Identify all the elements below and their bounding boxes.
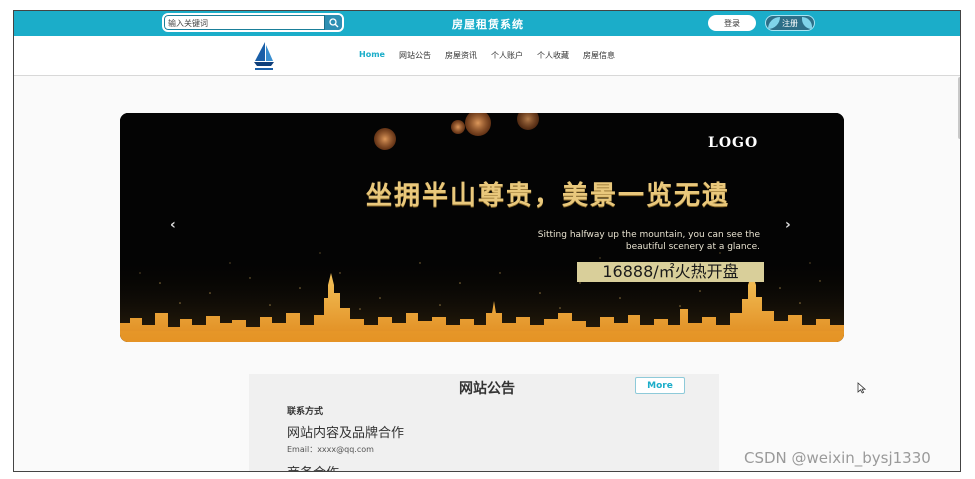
nav-item-home[interactable]: Home <box>359 50 385 61</box>
announcement-panel: 网站公告 More 联系方式 网站内容及品牌合作 Email：xxxx@qq.c… <box>249 374 719 471</box>
banner-next-arrow[interactable]: › <box>785 217 791 233</box>
contact-label: 联系方式 <box>287 407 324 417</box>
banner-prev-arrow[interactable]: ‹ <box>170 217 176 233</box>
nav-item-house-info[interactable]: 房屋信息 <box>583 50 615 61</box>
cooperation-title: 网站内容及品牌合作 <box>287 426 405 441</box>
hero-banner[interactable]: ‹ › LOGO 坐拥半山尊贵，美景一览无遗 Sitting halfway u… <box>120 113 844 342</box>
leaf-decoration-icon <box>768 17 780 29</box>
search-button[interactable] <box>324 15 342 30</box>
login-button[interactable]: 登录 <box>708 15 756 31</box>
more-button[interactable]: More <box>635 377 685 394</box>
banner-subtitle-line2: beautiful scenery at a glance. <box>625 242 760 252</box>
site-title: 房屋租赁系统 <box>452 18 524 31</box>
browser-viewport: 房屋租赁系统 登录 注册 Home 网站公告 房屋资讯 个人账户 个人收藏 房屋… <box>13 10 961 472</box>
nav-bar: Home 网站公告 房屋资讯 个人账户 个人收藏 房屋信息 <box>14 36 960 76</box>
banner-headline: 坐拥半山尊贵，美景一览无遗 <box>366 181 731 211</box>
register-button[interactable]: 注册 <box>765 15 815 31</box>
nav-item-announcements[interactable]: 网站公告 <box>399 50 431 61</box>
nav-item-account[interactable]: 个人账户 <box>491 50 523 61</box>
banner-logo-text: LOGO <box>708 135 759 151</box>
register-label: 注册 <box>782 18 798 28</box>
nav-item-favorites[interactable]: 个人收藏 <box>537 50 569 61</box>
top-bar: 房屋租赁系统 登录 注册 <box>14 11 960 36</box>
mouse-cursor-icon <box>857 382 866 394</box>
main-nav: Home 网站公告 房屋资讯 个人账户 个人收藏 房屋信息 <box>359 50 629 61</box>
business-title: 商务合作 <box>287 462 339 471</box>
search-input[interactable] <box>168 16 322 30</box>
nav-item-house-news[interactable]: 房屋资讯 <box>445 50 477 61</box>
page-scrollbar[interactable] <box>958 77 960 139</box>
leaf-decoration-icon <box>802 17 812 29</box>
search-box <box>162 13 344 32</box>
banner-subtitle-line1: Sitting halfway up the mountain, you can… <box>537 230 760 240</box>
watermark-text: CSDN @weixin_bysj1330 <box>744 449 931 467</box>
search-icon <box>328 17 338 27</box>
contact-email: Email：xxxx@qq.com <box>287 445 374 454</box>
banner-price-tag: 16888/㎡火热开盘 <box>577 262 764 282</box>
sailboat-logo-icon[interactable] <box>252 40 276 72</box>
